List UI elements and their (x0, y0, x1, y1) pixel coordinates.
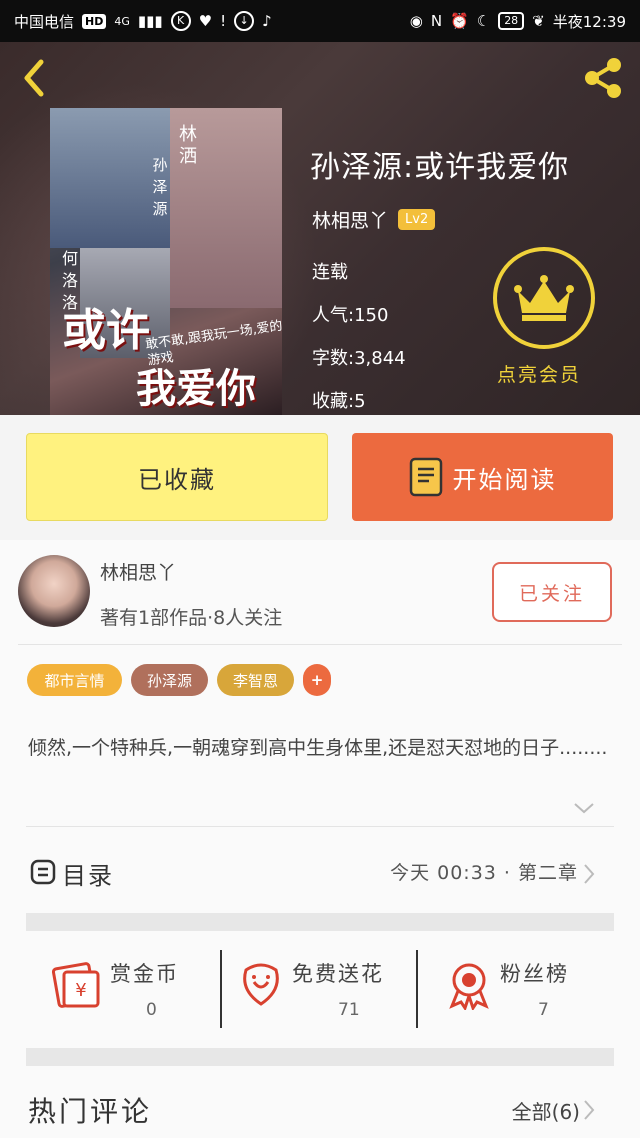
divider (220, 950, 222, 1028)
share-button[interactable] (580, 56, 626, 100)
author-row: 林相思丫 Lv2 (312, 206, 436, 233)
tag-label: 李智恩 (232, 671, 278, 690)
follow-button[interactable]: 已关注 (492, 562, 612, 622)
tag-label: 孙泽源 (146, 671, 192, 690)
clock-time: 半夜12:39 (552, 12, 626, 31)
vip-label[interactable]: 点亮会员 (497, 360, 581, 387)
svg-text:¥: ¥ (75, 980, 86, 1001)
chevron-right-icon (584, 1100, 595, 1120)
vip-button[interactable] (493, 247, 595, 349)
read-label: 开始阅读 (452, 465, 557, 494)
chevron-right-icon (584, 864, 595, 884)
author-card-name[interactable]: 林相思丫 (100, 558, 176, 585)
k-icon: K (170, 11, 191, 31)
share-icon (585, 58, 621, 98)
carrier-label: 中国电信 (14, 12, 75, 31)
crown-icon (514, 275, 574, 321)
hd-badge: HD (82, 13, 107, 29)
signal-label: 4G (114, 14, 130, 28)
alarm-icon: ⏰ (450, 12, 469, 30)
avatar[interactable] (18, 555, 90, 627)
stat-value: 0 (146, 1000, 157, 1020)
status-bar: 中国电信 HD 4G ▮▮▮ K ♥ ! ↓ ♪ ◉ N ⏰ ☾ 28 ❦ 半夜… (0, 0, 640, 42)
tag-chip[interactable]: 都市言情 (27, 664, 122, 696)
battery-icon: 28 (498, 12, 525, 30)
stat-label: 粉丝榜 (500, 962, 569, 986)
chevron-down-icon[interactable] (572, 796, 596, 820)
book-description: 倾然,一个特种兵,一朝魂穿到高中生身体里,还是怼天怼地的日子........ (28, 737, 608, 759)
heart-rate-icon: ♥ (198, 12, 213, 30)
stat-value: 71 (338, 1000, 360, 1020)
collect-button[interactable]: 已收藏 (26, 433, 328, 521)
all-comments-label: 全部(6) (511, 1100, 580, 1124)
leaf-icon: ❦ (532, 12, 545, 30)
signal-icon: ▮▮▮ (137, 12, 163, 30)
add-tag-button[interactable]: + (303, 664, 331, 696)
divider (26, 826, 614, 827)
book-title: 孙泽源:或许我爱你 (310, 150, 570, 185)
flower-icon (243, 963, 279, 1006)
collect-label: 已收藏 (138, 465, 216, 494)
eye-icon: ◉ (409, 12, 423, 30)
section-separator (26, 913, 614, 931)
book-popularity: 人气:150 (312, 305, 389, 326)
medal-icon (449, 963, 489, 1010)
cover-name: 孙泽源 (152, 156, 168, 218)
section-separator (26, 1048, 614, 1066)
follow-label: 已关注 (518, 582, 585, 605)
back-button[interactable] (14, 56, 54, 100)
author-card-info: 著有1部作品·8人关注 (100, 607, 283, 629)
moon-icon: ☾ (476, 12, 491, 30)
author-name[interactable]: 林相思丫 (312, 206, 388, 233)
add-tag-label: + (310, 671, 324, 689)
level-badge: Lv2 (398, 209, 436, 230)
hot-comments-title: 热门评论 (28, 1095, 153, 1128)
cover-title: 或许 (62, 305, 150, 356)
divider (18, 644, 622, 645)
book-cover[interactable]: 林洒 孙泽源 何洛洛 敢不敢,跟我玩一场,爱的游戏 或许 我爱你 (50, 108, 282, 415)
book-word-count: 字数:3,844 (312, 348, 406, 369)
cover-name: 林洒 (179, 124, 197, 167)
catalog-icon (30, 859, 56, 885)
tiktok-icon: ♪ (262, 12, 272, 30)
book-status: 连载 (312, 262, 348, 283)
book-header: 林洒 孙泽源 何洛洛 敢不敢,跟我玩一场,爱的游戏 或许 我爱你 孙泽源:或许我… (0, 42, 640, 415)
tag-chip[interactable]: 孙泽源 (131, 664, 208, 696)
nfc-icon: N (430, 12, 443, 30)
toc-label: 目录 (62, 862, 114, 890)
book-icon (409, 457, 442, 497)
start-reading-button[interactable]: 开始阅读 (352, 433, 613, 521)
chevron-left-icon (24, 59, 44, 97)
divider (416, 950, 418, 1028)
alert-icon: ! (220, 12, 227, 30)
stat-label: 赏金币 (110, 962, 179, 986)
tag-label: 都市言情 (44, 671, 105, 690)
tag-chip[interactable]: 李智恩 (217, 664, 294, 696)
stat-value: 7 (538, 1000, 549, 1020)
red-envelope-icon: ¥ (52, 962, 100, 1008)
stat-label: 免费送花 (292, 962, 384, 986)
download-icon: ↓ (234, 11, 255, 31)
latest-chapter: 今天 00:33 · 第二章 (390, 862, 578, 884)
book-favorites: 收藏:5 (312, 391, 366, 412)
cover-title: 我爱你 (136, 365, 256, 412)
